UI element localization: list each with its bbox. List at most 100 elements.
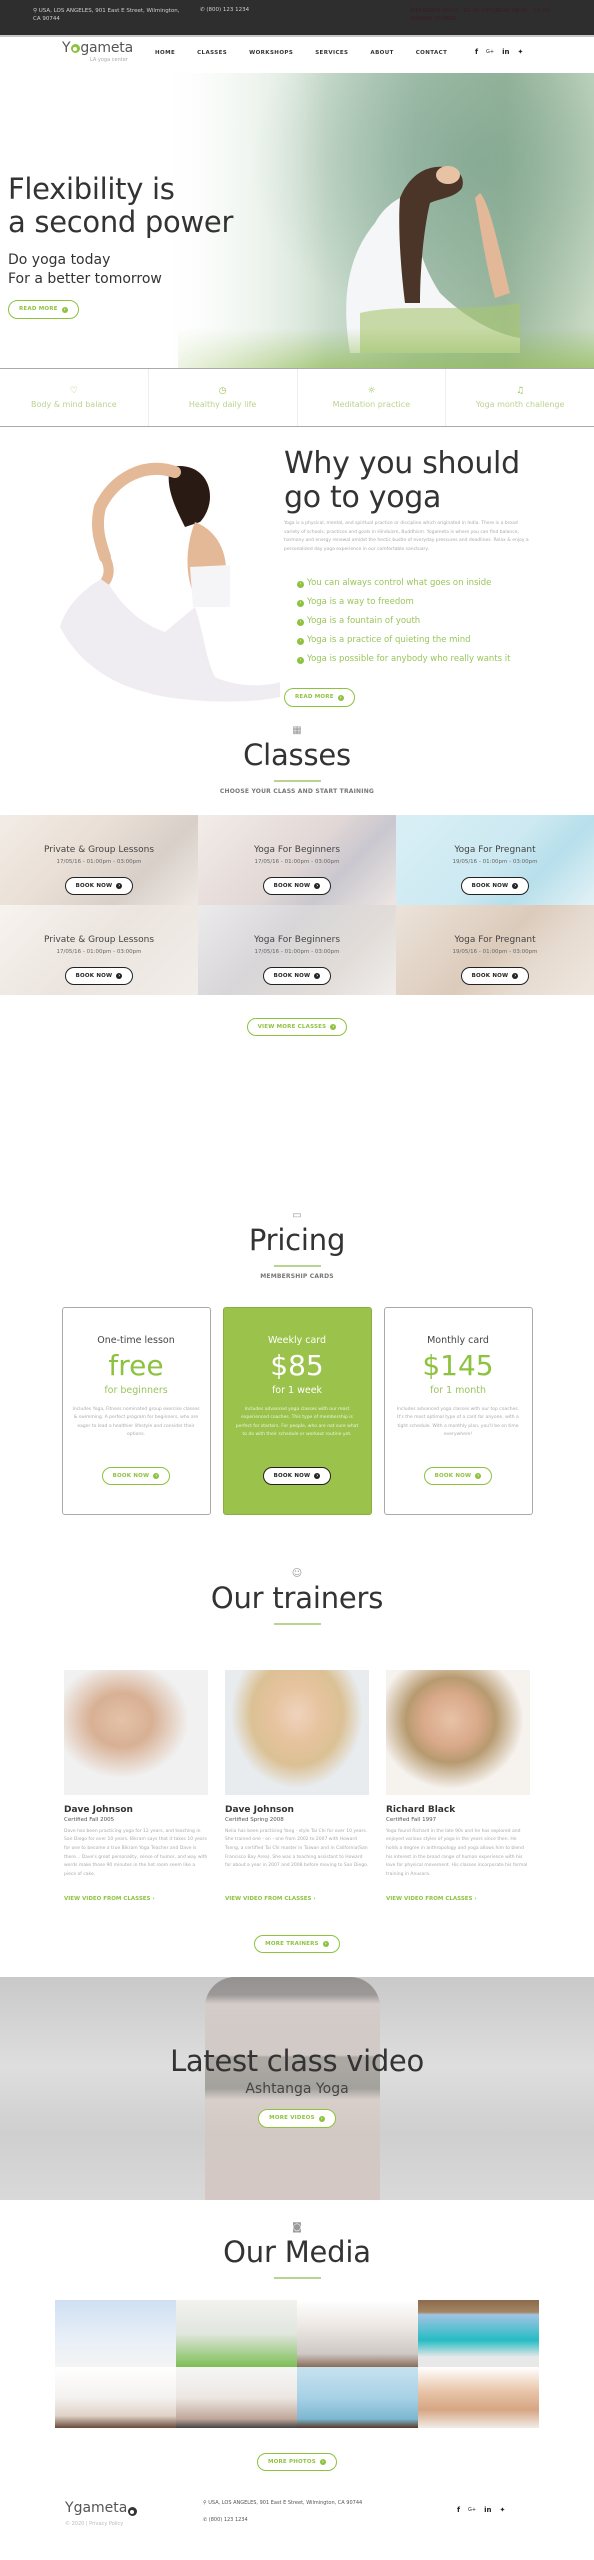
pricing-title: Pricing	[248, 1223, 346, 1257]
book-now-button[interactable]: BOOK NOW ›	[262, 1466, 332, 1485]
video-title: Latest class video	[170, 2044, 424, 2078]
nav-contact[interactable]: CONTACT	[416, 50, 447, 56]
gallery-photo[interactable]	[176, 2366, 297, 2428]
arrow-right-icon: ›	[330, 1024, 337, 1030]
topbar-hours: WEEKDAYS 08:00 - 22:00 SATURDAY 08:00 - …	[410, 8, 549, 22]
facebook-icon[interactable]: f	[457, 2506, 460, 2515]
arrow-right-icon: ›	[475, 1473, 482, 1479]
view-video-link[interactable]: VIEW VIDEO FROM CLASSES ›	[64, 1896, 208, 1902]
book-now-button[interactable]: BOOK NOW ›	[423, 1466, 493, 1485]
chevron-circle-icon: ›	[297, 657, 304, 664]
user-icon: ☺	[291, 1568, 303, 1579]
pricing-card: Monthly card $145 for 1 month Includes a…	[383, 1306, 533, 1515]
twitter-icon[interactable]: ✦	[518, 48, 524, 57]
arrow-right-icon: ›	[153, 1473, 160, 1479]
header-nav: Ygameta LA yoga center HOME CLASSES WORK…	[0, 37, 594, 73]
feature-item[interactable]: ☼ Meditation practice	[298, 369, 447, 426]
nav-about[interactable]: ABOUT	[370, 50, 393, 56]
facebook-icon[interactable]: f	[475, 48, 478, 57]
footer: Ygameta © 2020 | Privacy Policy ⚲ USA, L…	[0, 2500, 594, 2560]
footer-copyright[interactable]: © 2020 | Privacy Policy	[65, 2521, 123, 2527]
why-read-more-button[interactable]: READ MORE ›	[284, 688, 355, 707]
footer-social: f G+ in ✦	[457, 2506, 505, 2515]
nav-classes[interactable]: CLASSES	[197, 50, 227, 56]
bell-icon: ♫	[516, 386, 525, 396]
class-card[interactable]: Yoga For Beginners 17/05/16 - 01:00pm - 0…	[198, 904, 396, 995]
price: $85	[270, 1348, 324, 1382]
view-video-link[interactable]: VIEW VIDEO FROM CLASSES ›	[386, 1896, 530, 1902]
topbar-address: ⚲ USA, LOS ANGELES, 901 East E Street, W…	[33, 8, 180, 22]
more-photos-button[interactable]: MORE PHOTOS ›	[256, 2452, 338, 2471]
list-item: › You can always control what goes on ins…	[297, 574, 510, 593]
book-now-button[interactable]: BOOK NOW ›	[262, 876, 332, 895]
trainers-more-wrap: MORE TRAINERS ›	[0, 1930, 594, 1953]
header-social: f G+ in ✦	[475, 48, 523, 57]
hero-subtitle: Do yoga today For a better tomorrow	[8, 252, 162, 287]
view-more-classes-button[interactable]: VIEW MORE CLASSES ›	[246, 1017, 348, 1036]
nav-home[interactable]: HOME	[155, 50, 175, 56]
gallery-photo[interactable]	[418, 2366, 539, 2428]
pricing-card-highlighted: Weekly card $85 for 1 week Includes adva…	[222, 1306, 372, 1515]
google-plus-icon[interactable]: G+	[486, 48, 494, 57]
feature-item[interactable]: ♡ Body & mind balance	[0, 369, 149, 426]
calendar-icon: ▦	[292, 725, 302, 736]
topbar-phone[interactable]: ✆ (800) 123 1234	[200, 7, 249, 13]
chevron-circle-icon: ›	[297, 638, 304, 645]
divider	[273, 1265, 321, 1267]
divider	[273, 1623, 321, 1625]
book-now-button[interactable]: BOOK NOW ›	[460, 966, 530, 985]
book-now-button[interactable]: BOOK NOW ›	[101, 1466, 171, 1485]
feature-item[interactable]: ♫ Yoga month challenge	[446, 369, 594, 426]
class-card[interactable]: Yoga For Beginners 17/05/16 - 01:00pm - 0…	[198, 814, 396, 905]
price: free	[108, 1348, 164, 1382]
media-more-wrap: MORE PHOTOS ›	[0, 2448, 594, 2471]
chevron-circle-icon: ›	[297, 600, 304, 607]
class-card[interactable]: Private & Group Lessons 17/05/16 - 01:00p…	[0, 814, 198, 905]
clock-icon: ◷	[218, 386, 227, 396]
arrow-right-icon: ›	[512, 883, 519, 889]
twitter-icon[interactable]: ✦	[500, 2506, 506, 2515]
trainer-name: Dave Johnson	[64, 1804, 133, 1815]
nav-services[interactable]: SERVICES	[315, 50, 348, 56]
gallery-photo[interactable]	[418, 2299, 539, 2367]
book-now-button[interactable]: BOOK NOW ›	[64, 966, 134, 985]
more-videos-button[interactable]: MORE VIDEOS ›	[258, 2109, 336, 2128]
footer-phone[interactable]: ✆ (800) 123 1234	[203, 2517, 248, 2523]
arrow-right-icon: ›	[512, 973, 519, 979]
class-card[interactable]: Yoga For Pregnant 19/05/16 - 01:00pm - 03…	[396, 904, 594, 995]
top-bar: ⚲ USA, LOS ANGELES, 901 East E Street, W…	[0, 0, 594, 37]
gallery-photo[interactable]	[297, 2299, 418, 2367]
arrow-right-icon: ›	[116, 973, 123, 979]
classes-grid: Private & Group Lessons 17/05/16 - 01:00p…	[0, 814, 594, 995]
gallery-photo[interactable]	[55, 2366, 176, 2428]
linkedin-icon[interactable]: in	[484, 2506, 491, 2515]
gallery-photo[interactable]	[55, 2299, 176, 2367]
hero-read-more-button[interactable]: READ MORE ›	[8, 300, 79, 319]
trainer-cert: Certified Fall 2005	[64, 1816, 115, 1823]
features-bar: ♡ Body & mind balance ◷ Healthy daily life…	[0, 368, 594, 427]
class-card[interactable]: Yoga For Pregnant 19/05/16 - 01:00pm - 03…	[396, 814, 594, 905]
nav-workshops[interactable]: WORKSHOPS	[249, 50, 293, 56]
trainer-photo	[225, 1669, 369, 1795]
trainer-photo	[386, 1669, 530, 1795]
google-plus-icon[interactable]: G+	[468, 2506, 476, 2515]
book-now-button[interactable]: BOOK NOW ›	[460, 876, 530, 895]
more-trainers-button[interactable]: MORE TRAINERS ›	[254, 1934, 340, 1953]
gallery-photo[interactable]	[176, 2299, 297, 2367]
book-now-button[interactable]: BOOK NOW ›	[64, 876, 134, 895]
trainers-list: Dave Johnson Certified Fall 2005 Dave ha…	[0, 1669, 594, 1902]
pricing-section: ▭ Pricing MEMBERSHIP CARDS One-time less…	[0, 1210, 594, 1515]
class-card[interactable]: Private & Group Lessons 17/05/16 - 01:00p…	[0, 904, 198, 995]
linkedin-icon[interactable]: in	[502, 48, 509, 57]
logo-tagline: LA yoga center	[90, 57, 128, 63]
view-video-link[interactable]: VIEW VIDEO FROM CLASSES ›	[225, 1896, 369, 1902]
video-subtitle: Ashtanga Yoga	[245, 2081, 349, 2097]
footer-logo[interactable]: Ygameta	[65, 2500, 137, 2516]
feature-item[interactable]: ◷ Healthy daily life	[149, 369, 298, 426]
gallery-photo[interactable]	[297, 2366, 418, 2428]
chevron-circle-icon: ›	[297, 619, 304, 626]
book-now-button[interactable]: BOOK NOW ›	[262, 966, 332, 985]
logo[interactable]: Ygameta	[62, 40, 133, 56]
page: ⚲ USA, LOS ANGELES, 901 East E Street, W…	[0, 0, 594, 2560]
sunrise-icon: ☼	[367, 386, 376, 396]
